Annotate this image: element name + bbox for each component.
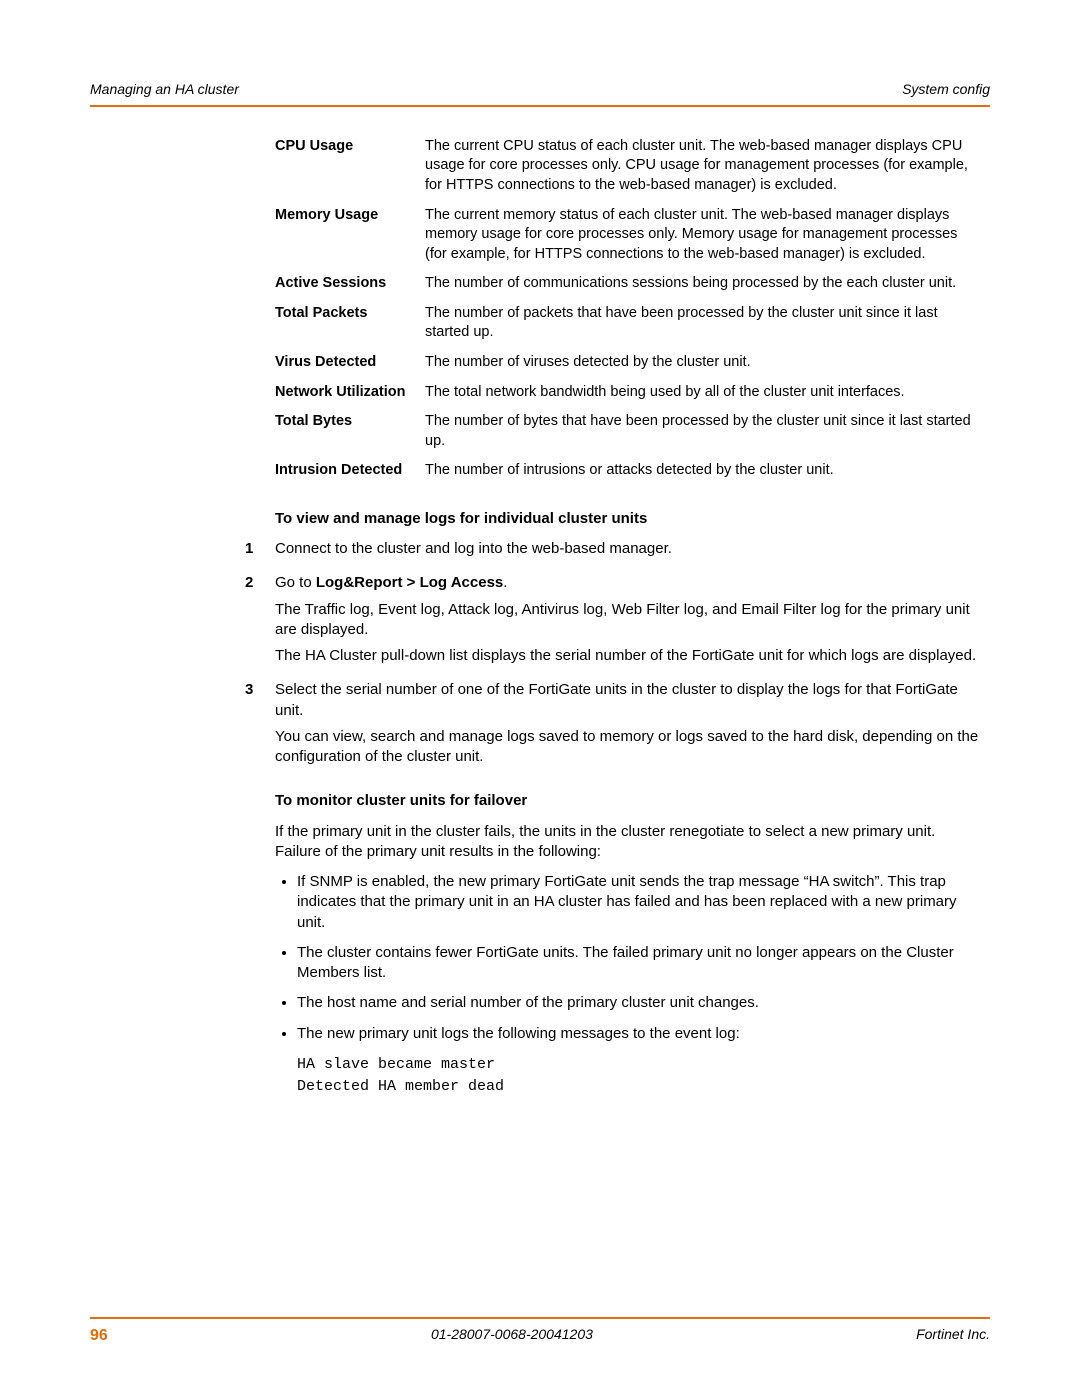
- list-item: The cluster contains fewer FortiGate uni…: [297, 943, 980, 984]
- desc: The number of packets that have been pro…: [425, 304, 980, 353]
- step-text: You can view, search and manage logs sav…: [275, 727, 980, 768]
- table-row: Network Utilization The total network ba…: [275, 383, 980, 413]
- section-heading: To view and manage logs for individual c…: [275, 509, 980, 529]
- step-number: 1: [245, 539, 275, 565]
- desc: The number of communications sessions be…: [425, 274, 980, 304]
- table-row: Virus Detected The number of viruses det…: [275, 353, 980, 383]
- step-number: 2: [245, 573, 275, 672]
- step-body: Select the serial number of one of the F…: [275, 680, 980, 773]
- desc: The number of viruses detected by the cl…: [425, 353, 980, 383]
- step-text: Select the serial number of one of the F…: [275, 680, 980, 721]
- term: Virus Detected: [275, 353, 425, 383]
- step-text: Go to Log&Report > Log Access.: [275, 573, 980, 593]
- page-header: Managing an HA cluster System config: [90, 80, 990, 99]
- step: 2 Go to Log&Report > Log Access. The Tra…: [275, 573, 980, 672]
- step: 3 Select the serial number of one of the…: [275, 680, 980, 773]
- page-footer: 96 01-28007-0068-20041203 Fortinet Inc.: [90, 1317, 990, 1347]
- header-right: System config: [902, 80, 990, 99]
- step-text: The Traffic log, Event log, Attack log, …: [275, 600, 980, 641]
- code-line: Detected HA member dead: [297, 1076, 980, 1099]
- header-left: Managing an HA cluster: [90, 80, 239, 99]
- desc: The number of intrusions or attacks dete…: [425, 461, 980, 491]
- page-number: 96: [90, 1325, 108, 1347]
- step-text: The HA Cluster pull-down list displays t…: [275, 646, 980, 666]
- code-block: HA slave became master Detected HA membe…: [297, 1054, 980, 1099]
- table-row: Intrusion Detected The number of intrusi…: [275, 461, 980, 491]
- step-body: Connect to the cluster and log into the …: [275, 539, 980, 565]
- desc: The total network bandwidth being used b…: [425, 383, 980, 413]
- company-name: Fortinet Inc.: [916, 1325, 990, 1347]
- term: Memory Usage: [275, 206, 425, 275]
- table-row: Memory Usage The current memory status o…: [275, 206, 980, 275]
- table-row: Total Bytes The number of bytes that hav…: [275, 412, 980, 461]
- document-id: 01-28007-0068-20041203: [431, 1325, 593, 1347]
- page: Managing an HA cluster System config CPU…: [0, 0, 1080, 1139]
- term: Active Sessions: [275, 274, 425, 304]
- list-item: If SNMP is enabled, the new primary Fort…: [297, 872, 980, 933]
- footer-row: 96 01-28007-0068-20041203 Fortinet Inc.: [90, 1325, 990, 1347]
- step: 1 Connect to the cluster and log into th…: [275, 539, 980, 565]
- main-content: CPU Usage The current CPU status of each…: [275, 137, 980, 1099]
- list-item: The host name and serial number of the p…: [297, 993, 980, 1013]
- term: Network Utilization: [275, 383, 425, 413]
- header-rule: [90, 105, 990, 107]
- bullet-list: If SNMP is enabled, the new primary Fort…: [275, 872, 980, 1044]
- desc: The number of bytes that have been proce…: [425, 412, 980, 461]
- intro-text: If the primary unit in the cluster fails…: [275, 822, 980, 863]
- term: Intrusion Detected: [275, 461, 425, 491]
- text-trail: .: [503, 574, 507, 591]
- table-row: Active Sessions The number of communicat…: [275, 274, 980, 304]
- step-body: Go to Log&Report > Log Access. The Traff…: [275, 573, 980, 672]
- section-heading: To monitor cluster units for failover: [275, 791, 980, 811]
- table-row: Total Packets The number of packets that…: [275, 304, 980, 353]
- menu-path: Log&Report > Log Access: [316, 574, 503, 591]
- text-lead: Go to: [275, 574, 316, 591]
- table-row: CPU Usage The current CPU status of each…: [275, 137, 980, 206]
- term: Total Bytes: [275, 412, 425, 461]
- footer-rule: [90, 1317, 990, 1319]
- term: Total Packets: [275, 304, 425, 353]
- term: CPU Usage: [275, 137, 425, 206]
- desc: The current CPU status of each cluster u…: [425, 137, 980, 206]
- desc: The current memory status of each cluste…: [425, 206, 980, 275]
- step-text: Connect to the cluster and log into the …: [275, 539, 980, 559]
- step-number: 3: [245, 680, 275, 773]
- code-line: HA slave became master: [297, 1054, 980, 1077]
- list-item: The new primary unit logs the following …: [297, 1024, 980, 1044]
- definition-table: CPU Usage The current CPU status of each…: [275, 137, 980, 491]
